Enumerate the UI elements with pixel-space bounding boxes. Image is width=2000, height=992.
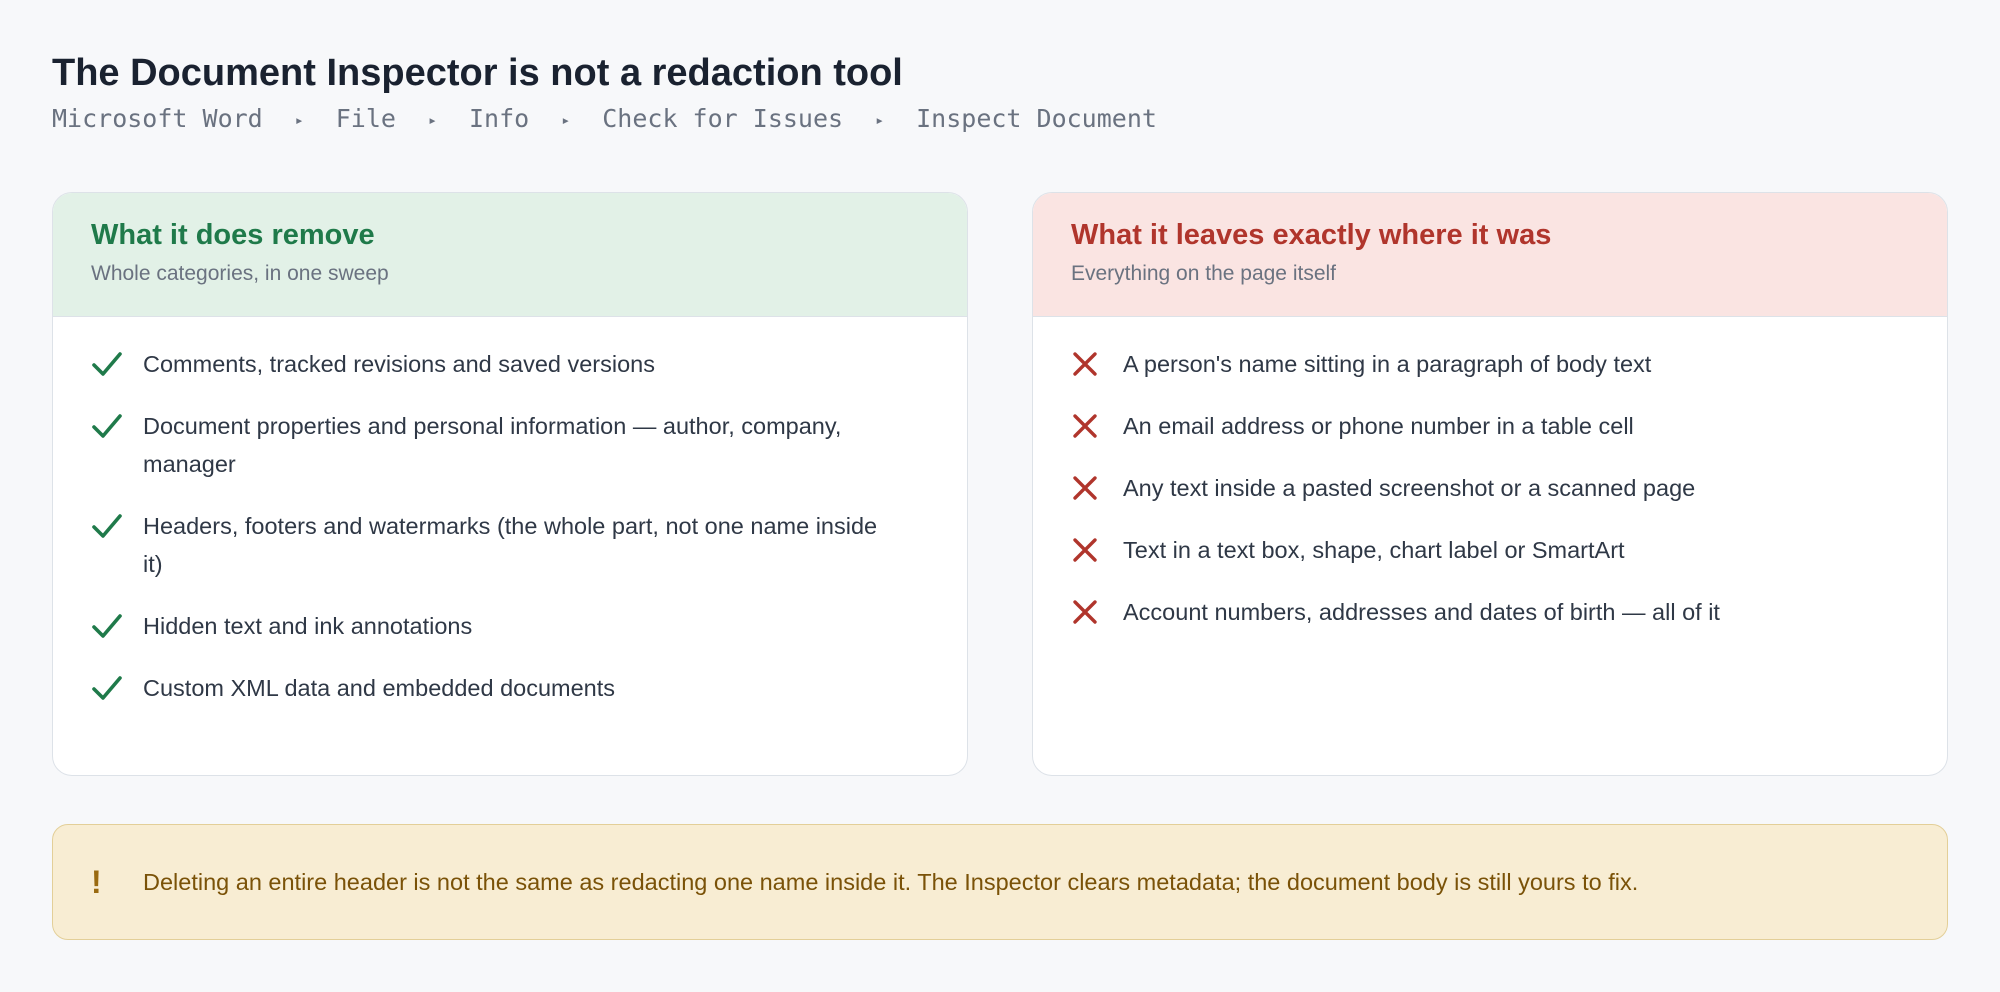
removes-list: Comments, tracked revisions and saved ve… [53, 317, 967, 707]
warning-callout: ! Deleting an entire header is not the s… [52, 824, 1948, 940]
leaves-card-subtitle: Everything on the page itself [1071, 262, 1337, 285]
cross-icon [1071, 531, 1123, 569]
breadcrumb: Microsoft Word ▸ File ▸ Info ▸ Check for… [52, 104, 1157, 133]
cross-icon [1071, 345, 1123, 383]
list-item: Account numbers, addresses and dates of … [1071, 593, 1909, 631]
list-item: Hidden text and ink annotations [91, 607, 929, 645]
list-item-text: Hidden text and ink annotations [143, 613, 473, 639]
cross-icon [1071, 593, 1123, 631]
list-item-text: Comments, tracked revisions and saved ve… [143, 351, 655, 377]
list-item: Custom XML data and embedded documents [91, 669, 929, 707]
exclamation-icon: ! [91, 864, 102, 900]
check-icon [91, 507, 143, 545]
removes-card-subtitle: Whole categories, in one sweep [91, 262, 389, 285]
leaves-card-header: What it leaves exactly where it was Ever… [1033, 193, 1947, 317]
breadcrumb-separator-icon: ▸ [875, 110, 885, 129]
warning-callout-text: Deleting an entire header is not the sam… [143, 868, 1639, 895]
list-item-text: Custom XML data and embedded documents [143, 675, 616, 701]
check-icon [91, 669, 143, 707]
breadcrumb-item: Microsoft Word [52, 104, 263, 133]
list-item-text: Any text inside a pasted screenshot or a… [1123, 475, 1696, 501]
list-item-text: Account numbers, addresses and dates of … [1123, 599, 1720, 625]
breadcrumb-item: Info [469, 104, 530, 133]
breadcrumb-item: Check for Issues [602, 104, 844, 133]
list-item: A person's name sitting in a paragraph o… [1071, 345, 1909, 383]
list-item: Comments, tracked revisions and saved ve… [91, 345, 929, 383]
list-item: An email address or phone number in a ta… [1071, 407, 1909, 445]
breadcrumb-separator-icon: ▸ [294, 110, 304, 129]
list-item: Headers, footers and watermarks (the who… [91, 507, 929, 583]
leaves-card: What it leaves exactly where it was Ever… [1032, 192, 1948, 776]
list-item-text: An email address or phone number in a ta… [1123, 413, 1634, 439]
list-item-text: A person's name sitting in a paragraph o… [1123, 351, 1652, 377]
list-item: Text in a text box, shape, chart label o… [1071, 531, 1909, 569]
breadcrumb-separator-icon: ▸ [427, 110, 437, 129]
cross-icon [1071, 469, 1123, 507]
check-icon [91, 607, 143, 645]
breadcrumb-item: Inspect Document [916, 104, 1157, 133]
breadcrumb-separator-icon: ▸ [561, 110, 571, 129]
removes-card-title: What it does remove [91, 219, 375, 251]
list-item-text: Text in a text box, shape, chart label o… [1123, 537, 1625, 563]
list-item: Document properties and personal informa… [91, 407, 929, 483]
removes-card-header: What it does remove Whole categories, in… [53, 193, 967, 317]
leaves-card-title: What it leaves exactly where it was [1071, 219, 1552, 251]
list-item-text: Headers, footers and watermarks (the who… [143, 513, 878, 577]
check-icon [91, 345, 143, 383]
list-item: Any text inside a pasted screenshot or a… [1071, 469, 1909, 507]
check-icon [91, 407, 143, 445]
removes-card: What it does remove Whole categories, in… [52, 192, 968, 776]
page-title: The Document Inspector is not a redactio… [52, 52, 903, 94]
cross-icon [1071, 407, 1123, 445]
leaves-list: A person's name sitting in a paragraph o… [1033, 317, 1947, 631]
list-item-text: Document properties and personal informa… [143, 413, 842, 477]
breadcrumb-item: File [335, 104, 396, 133]
